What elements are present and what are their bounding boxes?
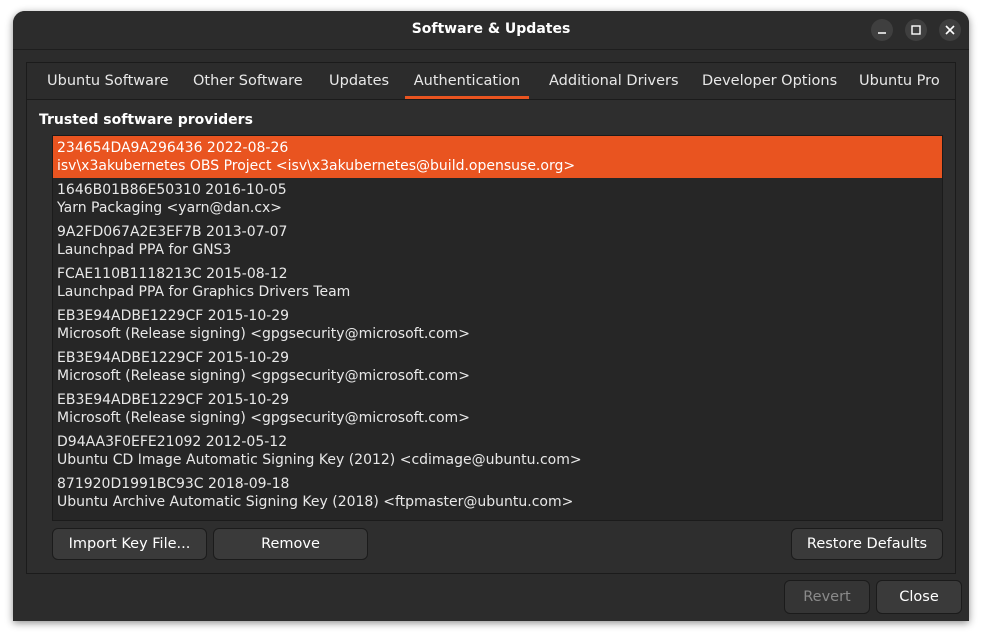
key-row[interactable]: 9A2FD067A2E3EF7B 2013-07-07 Launchpad PP… [53, 220, 942, 262]
key-id-date: D94AA3F0EFE21092 2012-05-12 [57, 434, 288, 450]
import-key-file-button[interactable]: Import Key File... [52, 528, 207, 560]
key-owner: Microsoft (Release signing) <gpgsecurity… [57, 410, 470, 426]
tab-authentication[interactable]: Authentication [405, 63, 529, 99]
titlebar[interactable]: Software & Updates [13, 11, 969, 50]
maximize-icon [911, 25, 921, 35]
remove-key-button[interactable]: Remove [213, 528, 368, 560]
tab-ubuntu-software[interactable]: Ubuntu Software [47, 63, 169, 99]
tab-ubuntu-pro[interactable]: Ubuntu Pro [859, 63, 940, 99]
key-row[interactable]: EB3E94ADBE1229CF 2015-10-29 Microsoft (R… [53, 304, 942, 346]
key-owner: Launchpad PPA for Graphics Drivers Team [57, 284, 351, 300]
key-owner: Ubuntu CD Image Automatic Signing Key (2… [57, 452, 582, 468]
key-owner: Microsoft (Release signing) <gpgsecurity… [57, 368, 470, 384]
tab-other-software[interactable]: Other Software [193, 63, 303, 99]
key-row[interactable]: FCAE110B1118213C 2015-08-12 Launchpad PP… [53, 262, 942, 304]
revert-button[interactable]: Revert [784, 580, 870, 614]
key-row[interactable]: EB3E94ADBE1229CF 2015-10-29 Microsoft (R… [53, 388, 942, 430]
tab-updates[interactable]: Updates [329, 63, 389, 99]
key-row[interactable]: EB3E94ADBE1229CF 2015-10-29 Microsoft (R… [53, 346, 942, 388]
key-id-date: EB3E94ADBE1229CF 2015-10-29 [57, 392, 290, 408]
key-id-date: FCAE110B1118213C 2015-08-12 [57, 266, 288, 282]
key-row[interactable]: 1646B01B86E50310 2016-10-05 Yarn Packagi… [53, 178, 942, 220]
key-owner: Ubuntu Archive Automatic Signing Key (20… [57, 494, 574, 510]
close-window-button[interactable] [939, 19, 961, 41]
key-owner: Microsoft (Release signing) <gpgsecurity… [57, 326, 470, 342]
key-owner: isv\x3akubernetes OBS Project <isv\x3aku… [57, 158, 576, 174]
tab-developer-options[interactable]: Developer Options [702, 63, 837, 99]
key-row[interactable]: 871920D1991BC93C 2018-09-18 Ubuntu Archi… [53, 472, 942, 514]
maximize-button[interactable] [905, 19, 927, 41]
key-id-date: EB3E94ADBE1229CF 2015-10-29 [57, 308, 290, 324]
key-owner: Launchpad PPA for GNS3 [57, 242, 232, 258]
key-id-date: EB3E94ADBE1229CF 2015-10-29 [57, 350, 290, 366]
trusted-keys-list[interactable]: 234654DA9A296436 2022-08-26 isv\x3akuber… [52, 135, 943, 521]
close-button[interactable]: Close [876, 580, 962, 614]
key-row[interactable]: 234654DA9A296436 2022-08-26 isv\x3akuber… [53, 136, 942, 178]
key-id-date: 234654DA9A296436 2022-08-26 [57, 140, 289, 156]
settings-notebook: Ubuntu Software Other Software Updates A… [26, 62, 956, 574]
window-title: Software & Updates [411, 21, 571, 37]
software-updates-window: Software & Updates Ubuntu Software Other… [13, 11, 969, 621]
minimize-icon [878, 32, 886, 34]
tab-additional-drivers[interactable]: Additional Drivers [549, 63, 679, 99]
tab-bar: Ubuntu Software Other Software Updates A… [27, 63, 955, 100]
trusted-providers-heading: Trusted software providers [39, 112, 253, 128]
key-id-date: 9A2FD067A2E3EF7B 2013-07-07 [57, 224, 288, 240]
key-row[interactable]: D94AA3F0EFE21092 2012-05-12 Ubuntu CD Im… [53, 430, 942, 472]
key-id-date: 1646B01B86E50310 2016-10-05 [57, 182, 287, 198]
close-icon [945, 25, 955, 35]
restore-defaults-button[interactable]: Restore Defaults [791, 528, 943, 560]
key-owner: Yarn Packaging <yarn@dan.cx> [57, 200, 283, 216]
key-id-date: 871920D1991BC93C 2018-09-18 [57, 476, 290, 492]
minimize-button[interactable] [871, 19, 893, 41]
